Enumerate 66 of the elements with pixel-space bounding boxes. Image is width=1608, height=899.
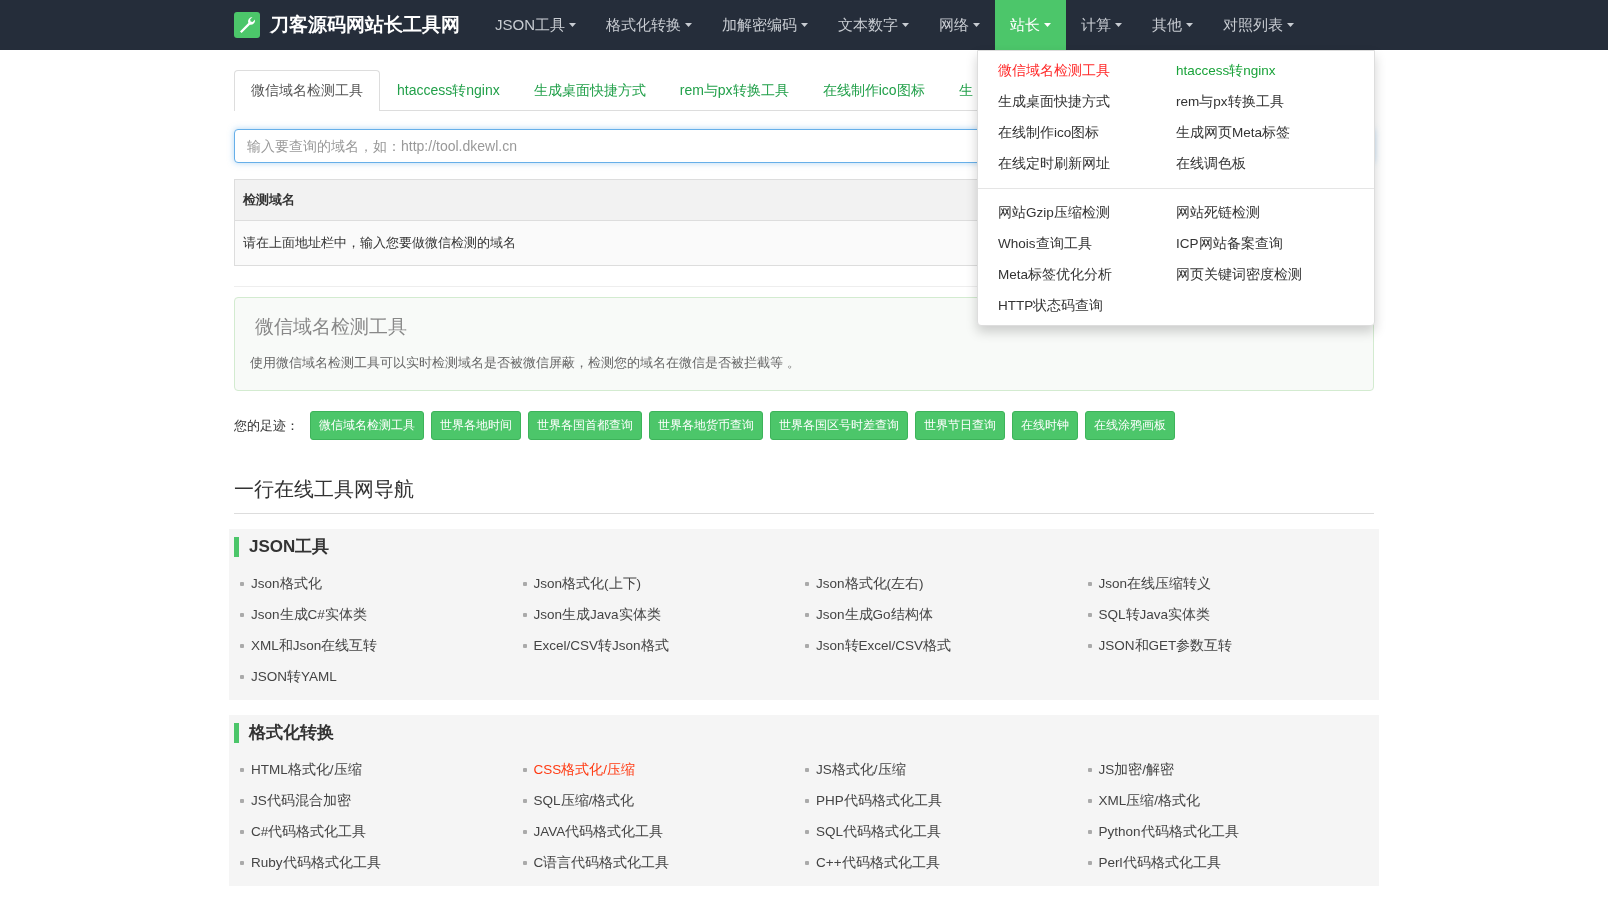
dropdown-item[interactable]: Whois查询工具 xyxy=(998,228,1176,259)
nav-menu-item[interactable]: 计算 xyxy=(1066,0,1137,50)
info-description: 使用微信域名检测工具可以实时检测域名是否被微信屏蔽，检测您的域名在微信是否被拦截等 。 xyxy=(250,354,801,372)
tool-link[interactable]: XML和Json在线互转 xyxy=(239,637,378,655)
nav-menu-item[interactable]: 网络 xyxy=(924,0,995,50)
caret-icon xyxy=(1186,23,1193,27)
tool-link[interactable]: Excel/CSV转Json格式 xyxy=(521,637,669,655)
tool-link[interactable]: JSON转YAML xyxy=(239,668,337,686)
dropdown-item[interactable]: ICP网站备案查询 xyxy=(1176,228,1354,259)
caret-icon xyxy=(1115,23,1122,27)
tool-link[interactable]: JAVA代码格式化工具 xyxy=(521,823,664,841)
caret-icon xyxy=(1287,23,1294,27)
dropdown-item[interactable]: HTTP状态码查询 xyxy=(998,290,1176,321)
tool-link[interactable]: JS代码混合加密 xyxy=(239,792,351,810)
tab[interactable]: 生 xyxy=(941,70,990,111)
tool-link[interactable]: C语言代码格式化工具 xyxy=(521,854,670,872)
site-title: 刀客源码网站长工具网 xyxy=(270,13,460,37)
tool-link[interactable]: JS格式化/压缩 xyxy=(804,761,906,779)
wrench-icon xyxy=(234,12,260,38)
caret-icon xyxy=(973,23,980,27)
tool-link[interactable]: Ruby代码格式化工具 xyxy=(239,854,381,872)
tool-link[interactable]: C++代码格式化工具 xyxy=(804,854,940,872)
nav-menu-item[interactable]: 加解密编码 xyxy=(707,0,823,50)
tool-link[interactable]: Json格式化(上下) xyxy=(521,575,641,593)
tool-link[interactable]: SQL压缩/格式化 xyxy=(521,792,635,810)
category-title: 格式化转换 xyxy=(234,723,1374,743)
tool-link[interactable]: Json生成Java实体类 xyxy=(521,606,661,624)
tool-link[interactable]: Json生成Go结构体 xyxy=(804,606,933,624)
tab[interactable]: 在线制作ico图标 xyxy=(805,70,942,111)
tool-link[interactable]: SQL代码格式化工具 xyxy=(804,823,941,841)
tool-link[interactable]: PHP代码格式化工具 xyxy=(804,792,942,810)
nav-menu-item[interactable]: JSON工具 xyxy=(480,0,591,50)
caret-icon xyxy=(902,23,909,27)
tool-link[interactable]: Json生成C#实体类 xyxy=(239,606,367,624)
section-heading: 一行在线工具网导航 xyxy=(234,476,1374,514)
dropdown-item[interactable]: 微信域名检测工具 xyxy=(998,55,1176,86)
tool-link[interactable]: Perl代码格式化工具 xyxy=(1086,854,1221,872)
caret-icon xyxy=(569,23,576,27)
tab[interactable]: htaccess转nginx xyxy=(380,70,517,111)
dropdown-item[interactable]: 生成桌面快捷方式 xyxy=(998,86,1176,117)
tool-link[interactable]: JSON和GET参数互转 xyxy=(1086,637,1233,655)
nav-menu-item[interactable]: 其他 xyxy=(1137,0,1208,50)
dropdown-item[interactable]: rem与px转换工具 xyxy=(1176,86,1354,117)
tool-link[interactable]: XML压缩/格式化 xyxy=(1086,792,1200,810)
tab[interactable]: 微信域名检测工具 xyxy=(234,70,380,111)
nav-menu-item[interactable]: 格式化转换 xyxy=(591,0,707,50)
footprint-label: 您的足迹： xyxy=(234,416,299,435)
tool-link[interactable]: C#代码格式化工具 xyxy=(239,823,367,841)
tool-link[interactable]: JS加密/解密 xyxy=(1086,761,1174,779)
caret-icon xyxy=(1044,23,1051,27)
info-title: 微信域名检测工具 xyxy=(255,315,408,339)
tool-link[interactable]: Json转Excel/CSV格式 xyxy=(804,637,952,655)
tool-link[interactable]: HTML格式化/压缩 xyxy=(239,761,362,779)
category-title: JSON工具 xyxy=(234,537,1374,557)
tool-link[interactable]: Json格式化(左右) xyxy=(804,575,924,593)
tab[interactable]: 生成桌面快捷方式 xyxy=(516,70,663,111)
caret-icon xyxy=(685,23,692,27)
tool-link[interactable]: Python代码格式化工具 xyxy=(1086,823,1239,841)
caret-icon xyxy=(801,23,808,27)
tool-link[interactable]: SQL转Java实体类 xyxy=(1086,606,1211,624)
nav-menu-item[interactable]: 文本数字 xyxy=(823,0,924,50)
site-logo[interactable]: 刀客源码网站长工具网 xyxy=(234,0,460,50)
tool-link[interactable]: Json在线压缩转义 xyxy=(1086,575,1212,593)
tab[interactable]: rem与px转换工具 xyxy=(662,70,806,111)
tool-link[interactable]: Json格式化 xyxy=(239,575,322,593)
nav-menu-item[interactable]: 对照列表 xyxy=(1208,0,1309,50)
